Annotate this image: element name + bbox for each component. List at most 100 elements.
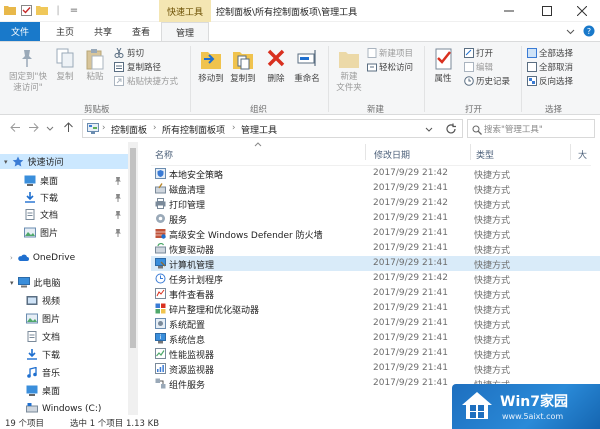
breadcrumb-admin-tools[interactable]: 管理工具 <box>241 123 277 136</box>
table-row[interactable]: 打印管理 2017/9/29 21:42 快捷方式 <box>151 196 600 211</box>
checkbox-icon[interactable] <box>20 4 32 16</box>
nav-item-quick-access[interactable]: ▾ 快速访问 <box>0 154 128 169</box>
table-row[interactable]: i 系统信息 2017/9/29 21:41 快捷方式 <box>151 331 600 346</box>
select-all-icon <box>527 48 537 61</box>
copy-path-button[interactable]: 复制路径 <box>127 61 161 73</box>
table-row[interactable]: 恢复驱动器 2017/9/29 21:41 快捷方式 <box>151 241 600 256</box>
recent-locations-icon[interactable] <box>46 124 54 135</box>
nav-item-documents[interactable]: 文档 <box>24 207 58 222</box>
properties-button[interactable]: 属性 <box>428 74 458 85</box>
open-group-label: 打开 <box>465 105 483 115</box>
column-header-date[interactable]: 修改日期 <box>374 148 410 161</box>
video-icon <box>26 296 38 305</box>
chevron-down-icon[interactable]: ▾ <box>4 158 8 166</box>
desktop-icon <box>24 175 36 186</box>
pin-to-quick-access-button[interactable]: 固定到"快 速访问" <box>5 72 51 94</box>
chevron-right-icon[interactable]: › <box>10 254 13 262</box>
folder-icon[interactable] <box>4 4 16 16</box>
move-to-button[interactable]: 移动到 <box>194 74 228 85</box>
column-header-size[interactable]: 大 <box>578 148 587 161</box>
pin-icon <box>114 173 122 188</box>
rename-button[interactable]: 重命名 <box>290 74 324 85</box>
new-group-label: 新建 <box>367 105 385 115</box>
nav-scroll-thumb[interactable] <box>130 148 136 348</box>
paste-shortcut-button[interactable]: 粘贴快捷方式 <box>127 75 178 87</box>
ribbon-collapse-icon[interactable] <box>566 27 575 39</box>
nav-item-pc-documents[interactable]: 文档 <box>26 329 60 344</box>
column-header-type[interactable]: 类型 <box>476 148 494 161</box>
select-none-icon <box>527 62 537 75</box>
copy-to-button[interactable]: 复制到 <box>226 74 260 85</box>
open-button[interactable]: 打开 <box>476 47 493 59</box>
defrag-icon <box>155 303 166 314</box>
delete-button[interactable]: 删除 <box>262 74 290 85</box>
new-item-button[interactable]: 新建项目 <box>379 47 413 59</box>
nav-item-onedrive[interactable]: › OneDrive <box>10 250 75 265</box>
cut-button[interactable]: 剪切 <box>127 47 144 59</box>
document-icon <box>25 209 35 220</box>
column-divider[interactable] <box>365 144 366 160</box>
nav-item-this-pc[interactable]: ▾ 此电脑 <box>10 275 61 290</box>
chevron-down-icon[interactable]: ▾ <box>10 279 14 287</box>
table-row[interactable]: 碎片整理和优化驱动器 2017/9/29 21:41 快捷方式 <box>151 301 600 316</box>
nav-item-pc-desktop[interactable]: 桌面 <box>26 383 60 398</box>
desktop-icon <box>26 385 38 396</box>
control-panel-icon <box>87 123 99 137</box>
table-row[interactable]: 性能监视器 2017/9/29 21:41 快捷方式 <box>151 346 600 361</box>
copy-button[interactable]: 复制 <box>52 72 78 83</box>
invert-selection-button[interactable]: 反向选择 <box>539 75 573 87</box>
nav-item-pc-downloads[interactable]: 下载 <box>26 347 60 362</box>
table-row[interactable]: 任务计划程序 2017/9/29 21:42 快捷方式 <box>151 271 600 286</box>
column-divider[interactable] <box>570 144 571 160</box>
search-input[interactable]: 搜索"管理工具" <box>467 119 595 138</box>
easy-access-button[interactable]: 轻松访问 <box>379 61 413 73</box>
table-row[interactable]: 资源监视器 2017/9/29 21:41 快捷方式 <box>151 361 600 376</box>
cut-icon <box>114 47 124 61</box>
nav-item-desktop[interactable]: 桌面 <box>24 173 58 188</box>
tab-share[interactable]: 共享 <box>86 22 120 41</box>
new-folder-button[interactable]: 新建 文件夹 <box>332 72 366 94</box>
back-icon[interactable] <box>10 122 21 136</box>
breadcrumb-control-panel[interactable]: 控制面板 <box>111 123 147 136</box>
table-row[interactable]: 高级安全 Windows Defender 防火墙 2017/9/29 21:4… <box>151 226 600 241</box>
history-button[interactable]: 历史记录 <box>476 75 510 87</box>
edit-button[interactable]: 编辑 <box>476 61 493 73</box>
breadcrumb-all-items[interactable]: 所有控制面板项 <box>162 123 225 136</box>
nav-item-music[interactable]: 音乐 <box>26 365 60 380</box>
address-bar[interactable]: › 控制面板 › 所有控制面板项 › 管理工具 <box>82 119 463 138</box>
paste-shortcut-icon <box>114 76 124 89</box>
select-none-button[interactable]: 全部取消 <box>539 61 573 73</box>
qat-new-folder-icon[interactable] <box>36 4 48 16</box>
nav-item-pictures[interactable]: 图片 <box>24 225 58 240</box>
help-icon[interactable]: ? <box>583 25 595 40</box>
address-dropdown-icon[interactable] <box>425 126 433 136</box>
maximize-button[interactable] <box>531 0 563 22</box>
refresh-icon[interactable] <box>445 123 457 138</box>
column-header-name[interactable]: 名称 <box>155 148 173 161</box>
select-all-button[interactable]: 全部选择 <box>539 47 573 59</box>
tab-file[interactable]: 文件 <box>0 22 40 41</box>
table-row[interactable]: 本地安全策略 2017/9/29 21:42 快捷方式 <box>151 166 600 181</box>
nav-item-downloads[interactable]: 下载 <box>24 190 58 205</box>
close-button[interactable] <box>566 0 598 22</box>
table-row-selected[interactable]: 计算机管理 2017/9/29 21:41 快捷方式 <box>151 256 600 271</box>
table-row[interactable]: 系统配置 2017/9/29 21:41 快捷方式 <box>151 316 600 331</box>
qat-dropdown-icon[interactable]: = <box>68 4 80 16</box>
nav-item-pc-pictures[interactable]: 图片 <box>26 311 60 326</box>
nav-scrollbar[interactable] <box>128 142 138 415</box>
table-row[interactable]: 服务 2017/9/29 21:41 快捷方式 <box>151 211 600 226</box>
table-row[interactable]: 磁盘清理 2017/9/29 21:41 快捷方式 <box>151 181 600 196</box>
table-row[interactable]: 事件查看器 2017/9/29 21:41 快捷方式 <box>151 286 600 301</box>
download-icon <box>27 349 37 360</box>
up-icon[interactable] <box>63 122 74 136</box>
column-divider[interactable] <box>470 144 471 160</box>
nav-item-videos[interactable]: 视频 <box>26 293 60 308</box>
house-logo-icon <box>462 392 492 419</box>
tab-manage[interactable]: 管理 <box>161 22 209 41</box>
minimize-button[interactable] <box>493 0 525 22</box>
paste-button[interactable]: 粘贴 <box>82 72 108 83</box>
tab-view[interactable]: 查看 <box>124 22 158 41</box>
tab-home[interactable]: 主页 <box>48 22 82 41</box>
nav-item-windows-c[interactable]: Windows (C:) <box>26 401 101 416</box>
forward-icon[interactable] <box>28 122 39 136</box>
